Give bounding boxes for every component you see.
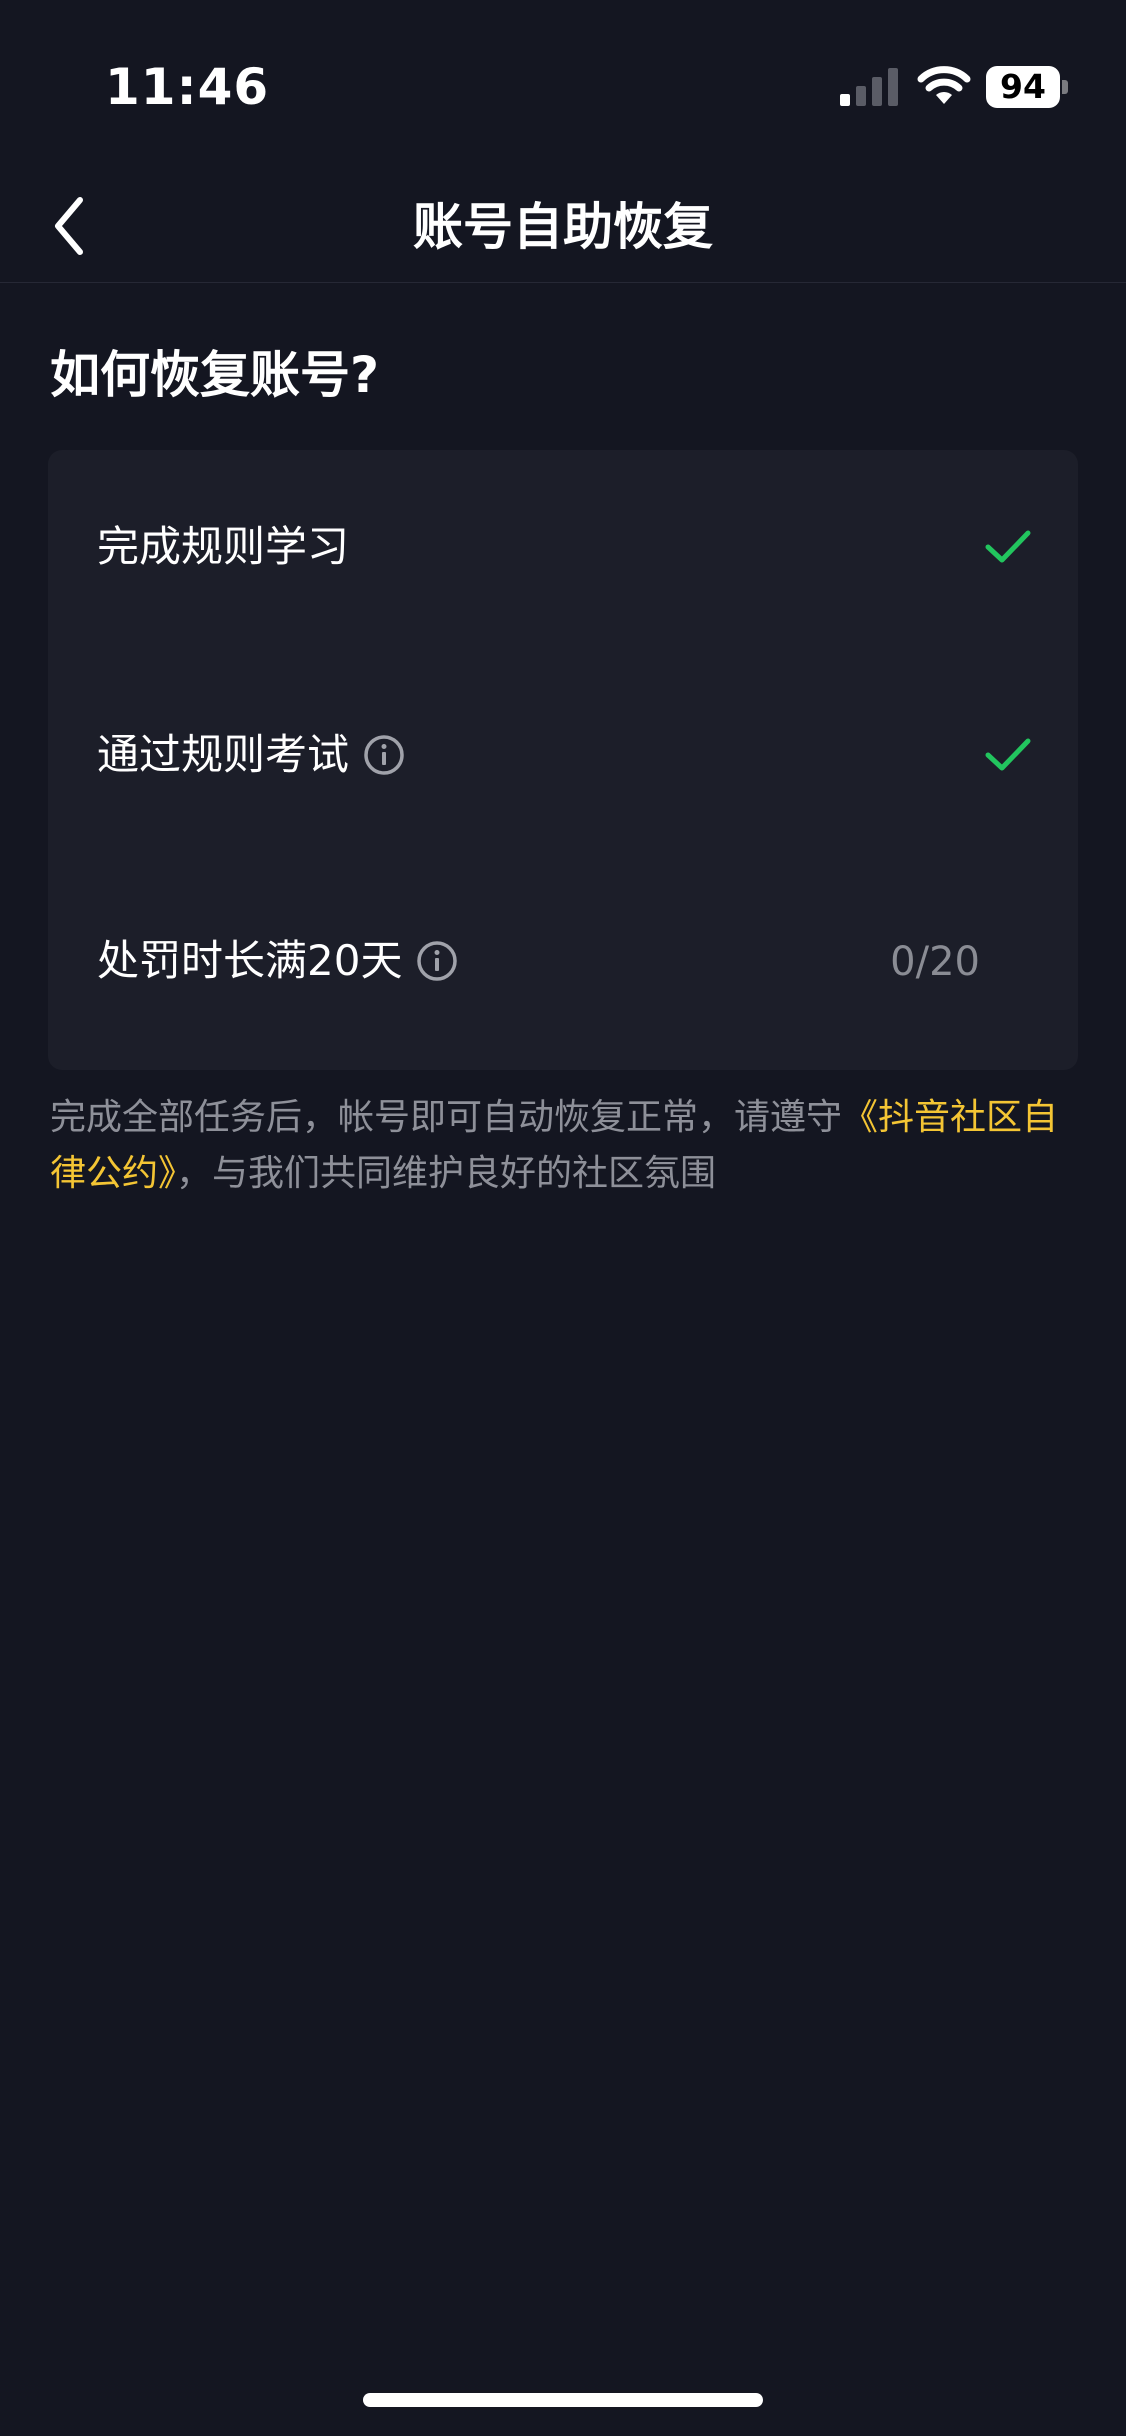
page-title: 账号自助恢复 (413, 198, 713, 256)
check-icon (985, 738, 1031, 771)
footnote-text-after: ，与我们共同维护良好的社区氛围 (176, 1153, 717, 1194)
task-label: 处罚时长满20天 (97, 931, 458, 991)
battery-tip (1062, 80, 1068, 94)
status-time: 11:46 (105, 58, 270, 116)
wifi-icon (917, 66, 971, 104)
battery-indicator: 94 (986, 66, 1068, 108)
status-bar: 11:46 94 (0, 0, 1126, 170)
info-icon[interactable] (363, 734, 405, 776)
check-icon (985, 530, 1031, 563)
task-label: 通过规则考试 (97, 725, 405, 785)
nav-bar: 账号自助恢复 (0, 170, 1126, 283)
task-row-penalty-duration[interactable]: 处罚时长满20天 0/20 (48, 906, 1078, 1026)
info-icon[interactable] (416, 940, 458, 982)
footnote-text-before: 完成全部任务后，帐号即可自动恢复正常，请遵守 (50, 1097, 843, 1138)
task-label: 完成规则学习 (97, 517, 349, 577)
section-title: 如何恢复账号? (50, 346, 380, 404)
home-indicator[interactable] (363, 2393, 763, 2407)
task-row-rule-exam[interactable]: 通过规则考试 (48, 700, 1078, 820)
battery-level: 94 (986, 66, 1060, 108)
task-label-text: 完成规则学习 (97, 522, 350, 571)
task-label-text: 处罚时长满20天 (97, 936, 403, 985)
task-label-text: 通过规则考试 (97, 730, 350, 779)
task-row-rule-learning[interactable]: 完成规则学习 (48, 492, 1078, 612)
cellular-signal-icon (840, 68, 898, 106)
progress-counter: 0/20 (890, 939, 980, 985)
footnote: 完成全部任务后，帐号即可自动恢复正常，请遵守《抖音社区自律公约》，与我们共同维护… (50, 1090, 1080, 1202)
